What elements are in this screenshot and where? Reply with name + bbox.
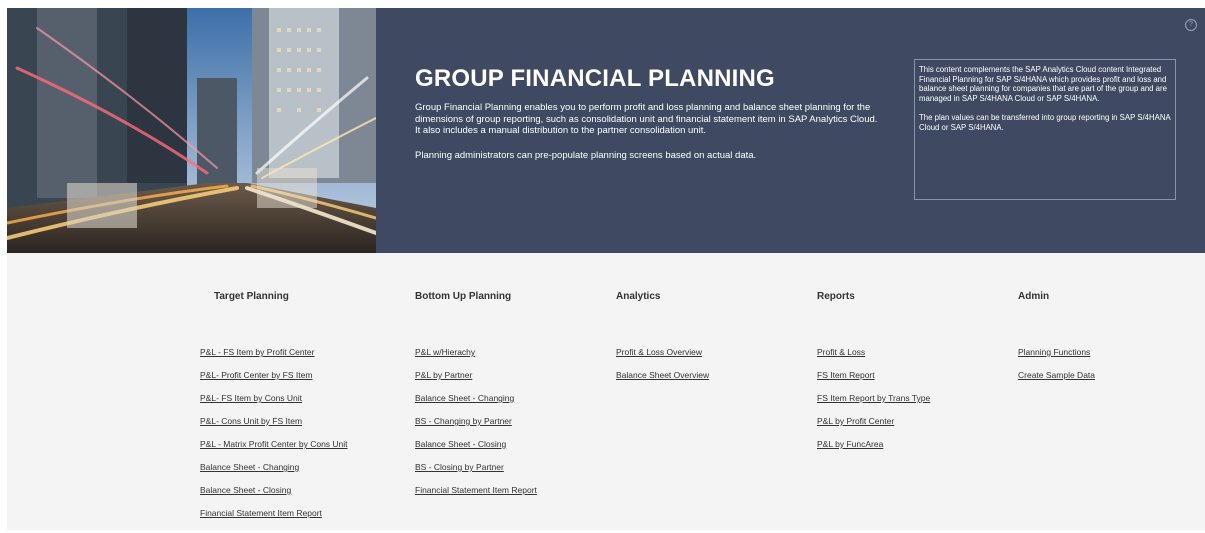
city-street-image xyxy=(7,8,376,253)
link-balance-sheet-overview[interactable]: Balance Sheet Overview xyxy=(616,370,709,380)
column-heading: Bottom Up Planning xyxy=(415,291,512,302)
help-icon[interactable]: ? xyxy=(1185,19,1197,31)
link-pl-by-funcarea[interactable]: P&L by FuncArea xyxy=(817,439,883,449)
link-fs-item-report-by-trans-type[interactable]: FS Item Report by Trans Type xyxy=(817,393,930,403)
column-heading: Target Planning xyxy=(214,291,289,302)
info-panel: This content complements the SAP Analyti… xyxy=(914,59,1176,200)
link-pl-hierarchy[interactable]: P&L w/Hierachy xyxy=(415,347,475,357)
hero-banner: GROUP FINANCIAL PLANNING Group Financial… xyxy=(7,8,1205,253)
column-analytics: Analytics Profit & Loss Overview Balance… xyxy=(616,291,709,380)
link-pl-matrix-profit-center[interactable]: P&L - Matrix Profit Center by Cons Unit xyxy=(200,439,348,449)
link-balance-sheet-closing[interactable]: Balance Sheet - Closing xyxy=(415,439,506,449)
link-create-sample-data[interactable]: Create Sample Data xyxy=(1018,370,1095,380)
info-panel-text-2: The plan values can be transferred into … xyxy=(919,113,1171,132)
column-heading: Reports xyxy=(817,291,855,302)
column-reports: Reports Profit & Loss FS Item Report FS … xyxy=(817,291,930,449)
column-bottom-up-planning: Bottom Up Planning P&L w/Hierachy P&L by… xyxy=(415,291,537,495)
column-admin: Admin Planning Functions Create Sample D… xyxy=(1018,291,1095,380)
link-balance-sheet-changing[interactable]: Balance Sheet - Changing xyxy=(415,393,514,403)
link-planning-functions[interactable]: Planning Functions xyxy=(1018,347,1090,357)
page-description-secondary: Planning administrators can pre-populate… xyxy=(415,150,757,161)
page: GROUP FINANCIAL PLANNING Group Financial… xyxy=(7,8,1205,530)
link-pl-cons-unit-by-fs-item[interactable]: P&L- Cons Unit by FS Item xyxy=(200,416,302,426)
link-profit-loss[interactable]: Profit & Loss xyxy=(817,347,865,357)
link-pl-fs-item-by-cons-unit[interactable]: P&L- FS Item by Cons Unit xyxy=(200,393,302,403)
link-pl-fs-item-by-profit-center[interactable]: P&L - FS Item by Profit Center xyxy=(200,347,314,357)
link-balance-sheet-closing[interactable]: Balance Sheet - Closing xyxy=(200,485,291,495)
link-pl-profit-center-by-fs-item[interactable]: P&L- Profit Center by FS Item xyxy=(200,370,312,380)
link-profit-loss-overview[interactable]: Profit & Loss Overview xyxy=(616,347,702,357)
column-target-planning: Target Planning xyxy=(214,291,289,302)
link-financial-statement-item-report[interactable]: Financial Statement Item Report xyxy=(415,485,537,495)
link-bs-changing-by-partner[interactable]: BS - Changing by Partner xyxy=(415,416,512,426)
link-balance-sheet-changing[interactable]: Balance Sheet - Changing xyxy=(200,462,299,472)
link-financial-statement-item-report[interactable]: Financial Statement Item Report xyxy=(200,508,322,518)
link-fs-item-report[interactable]: FS Item Report xyxy=(817,370,875,380)
link-bs-closing-by-partner[interactable]: BS - Closing by Partner xyxy=(415,462,504,472)
column-heading: Analytics xyxy=(616,291,661,302)
link-pl-by-partner[interactable]: P&L by Partner xyxy=(415,370,472,380)
column-heading: Admin xyxy=(1018,291,1050,302)
page-description: Group Financial Planning enables you to … xyxy=(415,102,878,136)
info-panel-text-1: This content complements the SAP Analyti… xyxy=(919,65,1167,103)
link-pl-by-profit-center[interactable]: P&L by Profit Center xyxy=(817,416,894,426)
page-title: GROUP FINANCIAL PLANNING xyxy=(415,65,775,92)
